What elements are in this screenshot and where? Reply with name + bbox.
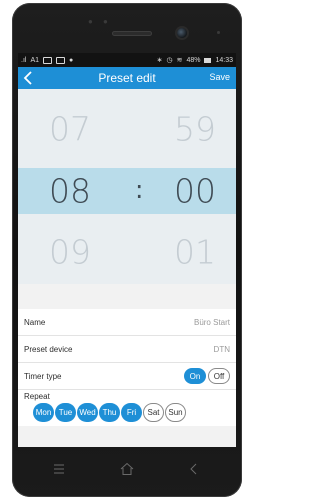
name-label: Name — [24, 317, 46, 327]
timer-type-row: Timer type On Off — [18, 363, 236, 390]
bluetooth-icon: ∗ — [156, 57, 163, 64]
repeat-label: Repeat — [24, 392, 50, 401]
home-icon[interactable] — [119, 461, 135, 477]
signal-icon: .ıl — [21, 56, 27, 64]
phone-top-bezel: ● ● — [12, 3, 242, 55]
day-wed-button[interactable]: Wed — [77, 403, 98, 422]
day-thu-button[interactable]: Thu — [99, 403, 120, 422]
save-button[interactable]: Save — [209, 72, 230, 82]
front-camera — [177, 28, 187, 38]
preset-device-value[interactable]: DTN — [214, 345, 230, 354]
picture-icon — [43, 56, 53, 64]
minute-next[interactable]: 01 — [174, 233, 216, 272]
picker-row-previous: 07 59 — [18, 106, 236, 152]
timer-type-label: Timer type — [24, 371, 62, 381]
mail-icon — [56, 56, 66, 64]
day-tue-button[interactable]: Tue — [55, 403, 76, 422]
back-icon[interactable] — [186, 461, 202, 477]
status-left: .ıl A1 ● — [21, 56, 74, 64]
timer-type-toggle: On Off — [184, 368, 230, 384]
name-value[interactable]: Büro Start — [194, 318, 230, 327]
time-separator: : — [135, 175, 144, 205]
earpiece-speaker — [112, 31, 152, 36]
title-bar: Preset edit Save — [18, 67, 236, 89]
carrier-label: A1 — [30, 56, 40, 64]
proximity-sensor — [217, 31, 220, 34]
repeat-section: Repeat Mon Tue Wed Thu Fri Sat Sun — [18, 390, 236, 426]
menu-icon[interactable] — [51, 461, 67, 477]
alarm-icon: ◷ — [166, 57, 173, 64]
day-sat-button[interactable]: Sat — [143, 403, 164, 422]
preset-device-row[interactable]: Preset device DTN — [18, 336, 236, 363]
battery-icon — [204, 57, 212, 63]
day-sun-button[interactable]: Sun — [165, 403, 186, 422]
name-row[interactable]: Name Büro Start — [18, 309, 236, 336]
status-bar: .ıl A1 ● ∗ ◷ ≋ 48% 14:33 — [18, 53, 236, 67]
android-nav-bar — [18, 447, 236, 493]
clock: 14:33 — [215, 56, 233, 64]
timer-on-button[interactable]: On — [184, 368, 206, 384]
status-right: ∗ ◷ ≋ 48% 14:33 — [156, 56, 233, 65]
preset-device-label: Preset device — [24, 344, 73, 354]
app-screen: .ıl A1 ● ∗ ◷ ≋ 48% 14:33 Preset edit Sav… — [18, 53, 236, 447]
picker-row-selected: 08 : 00 — [18, 168, 236, 214]
sensor-dots: ● ● — [88, 17, 112, 26]
preset-form: Name Büro Start Preset device DTN Timer … — [18, 309, 236, 426]
time-picker[interactable]: 07 59 08 : 00 09 01 — [18, 89, 236, 284]
day-fri-button[interactable]: Fri — [121, 403, 142, 422]
page-title: Preset edit — [98, 71, 156, 85]
picker-row-next: 09 01 — [18, 229, 236, 275]
day-mon-button[interactable]: Mon — [33, 403, 54, 422]
wifi-icon: ≋ — [176, 57, 183, 64]
section-gap — [18, 284, 236, 309]
minute-previous[interactable]: 59 — [174, 110, 216, 149]
weekday-selector: Mon Tue Wed Thu Fri Sat Sun — [24, 403, 230, 422]
hour-next[interactable]: 09 — [49, 233, 91, 272]
minute-selected[interactable]: 00 — [174, 172, 216, 211]
chat-icon: ● — [69, 56, 74, 64]
battery-percent: 48% — [186, 56, 201, 64]
timer-off-button[interactable]: Off — [208, 368, 230, 384]
hour-selected[interactable]: 08 — [49, 172, 91, 211]
hour-previous[interactable]: 07 — [49, 110, 91, 149]
